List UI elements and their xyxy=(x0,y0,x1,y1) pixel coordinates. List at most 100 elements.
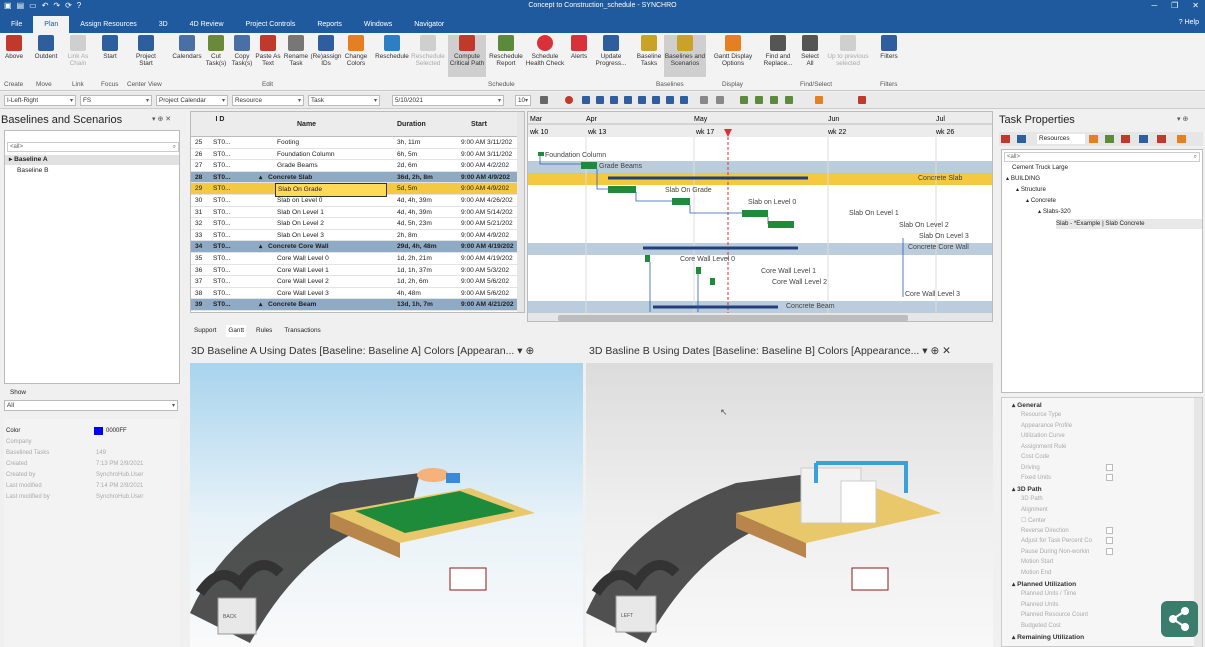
help-link[interactable]: ? Help xyxy=(1179,19,1199,26)
loop-icon[interactable] xyxy=(680,96,688,104)
up-to-previous-selected-button[interactable]: Up to previous selected xyxy=(826,35,870,67)
baseline-search-input[interactable]: <all> ⌕ xyxy=(7,142,179,152)
minimize-icon[interactable]: ─ xyxy=(1151,1,1157,10)
tab-3d-icon[interactable] xyxy=(1105,135,1114,143)
resource-search-input[interactable]: <all> ⌕ xyxy=(1004,152,1200,162)
next-frame-icon[interactable] xyxy=(652,96,660,104)
color-option-icon[interactable] xyxy=(815,96,823,104)
speed-icon[interactable] xyxy=(716,96,724,104)
section-remaining-utilization[interactable]: ▴ Remaining Utilization xyxy=(1012,633,1084,641)
color-swatch[interactable] xyxy=(94,427,103,435)
share-button[interactable] xyxy=(1161,601,1198,637)
section-general[interactable]: ▴ General xyxy=(1012,401,1042,409)
table-row[interactable]: 25 ST0... Footing 3h, 11m 9:00 AM 3/11/202 xyxy=(191,137,524,149)
date-combo[interactable]: 5/10/2021 xyxy=(392,95,504,106)
zoom-combo[interactable]: 10 xyxy=(515,95,531,106)
gantt-hscroll-thumb[interactable] xyxy=(558,315,908,321)
tab-resources[interactable]: Resources xyxy=(1037,134,1085,144)
table-row[interactable]: 39 ST0... Concrete Beam 13d, 1h, 7m 9:00 AM … xyxy=(191,299,524,311)
reschedule-button[interactable]: Reschedule xyxy=(374,35,410,60)
view-option-4-icon[interactable] xyxy=(785,96,793,104)
table-row[interactable]: 26 ST0... Foundation Column 6h, 5m 9:00 AM 3… xyxy=(191,149,524,161)
last-frame-icon[interactable] xyxy=(666,96,674,104)
tab-transactions[interactable]: Transactions xyxy=(282,325,322,337)
tab-assign-resources[interactable]: Assign Resources xyxy=(69,16,147,33)
tab-reports[interactable]: Reports xyxy=(306,16,353,33)
gantt-bar-core-wall-level-2[interactable] xyxy=(710,278,715,285)
table-row[interactable]: 28 ST0... Concrete Slab 36d, 2h, 8m 9:00 AM … xyxy=(191,171,524,184)
cut-tasks-button[interactable]: Cut Task(s) xyxy=(204,35,228,67)
task-properties-pin-icon[interactable]: ▾ ⊕ xyxy=(1177,115,1188,123)
filters-button[interactable]: Filters xyxy=(876,35,902,60)
view-a-dropdown-icon[interactable]: ▾ ⊕ xyxy=(517,345,534,357)
tree-item-slabs[interactable]: ▴ Slabs-320 xyxy=(1038,208,1071,215)
view-a-3d[interactable]: BACK xyxy=(190,363,583,647)
gantt-bar-slab-on-grade[interactable] xyxy=(608,186,636,193)
table-row[interactable]: 31 ST0... Slab On Level 1 4d, 4h, 39m 9:00 A… xyxy=(191,207,524,219)
calendar-small-icon[interactable] xyxy=(540,96,548,104)
change-colors-button[interactable]: Change Colors xyxy=(342,35,370,67)
tab-appearance-icon[interactable] xyxy=(1089,135,1098,143)
find-and-replace-button[interactable]: Find and Replace... xyxy=(760,35,796,67)
table-row[interactable]: 29 ST0... Slab On Grade 5d, 5m 9:00 AM 4/9/2… xyxy=(191,183,524,197)
copy-tasks-button[interactable]: Copy Task(s) xyxy=(230,35,254,67)
link-type-combo[interactable]: I-Left-Right xyxy=(4,95,76,106)
table-row[interactable]: 27 ST0... Grade Beams 2d, 6m 9:00 AM 4/2/202 xyxy=(191,160,524,172)
tree-item-slab-concrete[interactable]: Slab - *Example | Slab Concrete xyxy=(1056,219,1202,229)
tree-item-building[interactable]: ▴ BUILDING xyxy=(1006,175,1040,182)
table-row[interactable]: 34 ST0... Concrete Core Wall 29d, 4h, 48m 9:… xyxy=(191,241,524,253)
grid-scrollbar[interactable] xyxy=(517,112,524,312)
table-row[interactable]: 37 ST0... Core Wall Level 2 1d, 2h, 6m 9:00 … xyxy=(191,276,524,288)
adjust-percent-checkbox[interactable] xyxy=(1106,537,1113,544)
gantt-chart[interactable]: Mar Apr May Jun Jul wk 10 wk 13 wk 17 wk… xyxy=(527,111,993,322)
gantt-bar-grade-beams[interactable] xyxy=(581,162,597,169)
view-option-3-icon[interactable] xyxy=(770,96,778,104)
select-all-button[interactable]: Select All xyxy=(798,35,822,67)
col-start-header[interactable]: Start xyxy=(471,121,487,128)
baseline-item-a[interactable]: ▸ Baseline A xyxy=(5,155,179,165)
step-back-icon[interactable] xyxy=(610,96,618,104)
gantt-bar-slab-level-0[interactable] xyxy=(672,198,690,205)
section-planned-utilization[interactable]: ▴ Planned Utilization xyxy=(1012,580,1076,588)
gantt-display-options-button[interactable]: Gantt Display Options xyxy=(712,35,754,67)
baselines-and-scenarios-button[interactable]: Baselines and Scenarios xyxy=(664,35,706,77)
col-id-header[interactable]: I D xyxy=(215,115,225,124)
view-b-dropdown-icon[interactable]: ▾ ⊕ ✕ xyxy=(922,345,951,357)
gantt-bar-core-wall-level-1[interactable] xyxy=(696,267,701,274)
record-icon[interactable] xyxy=(565,96,573,104)
outdent-button[interactable]: Outdent xyxy=(30,35,62,60)
above-button[interactable]: Above xyxy=(2,35,26,60)
tab-notes-icon[interactable] xyxy=(1177,135,1186,143)
tab-plan[interactable]: Plan xyxy=(33,16,70,33)
reschedule-selected-button[interactable]: Reschedule Selected xyxy=(410,35,446,67)
col-duration-header[interactable]: Duration xyxy=(397,121,426,128)
tree-item-cement-truck[interactable]: Cement Truck Large xyxy=(1012,164,1068,171)
section-3d-path[interactable]: ▴ 3D Path xyxy=(1012,485,1042,493)
tree-item-concrete[interactable]: ▴ Concrete xyxy=(1026,197,1056,204)
table-row[interactable]: 35 ST0... Core Wall Level 0 1d, 2h, 21m 9:00… xyxy=(191,253,524,265)
calendars-button[interactable]: Calendars xyxy=(170,35,204,60)
view-b-3d[interactable]: LEFT ↖ xyxy=(586,363,993,647)
paste-as-text-button[interactable]: Paste As Text xyxy=(255,35,281,67)
link-as-chain-button[interactable]: Link As Chain xyxy=(64,35,92,67)
tab-chart-icon[interactable] xyxy=(1139,135,1148,143)
update-progress-button[interactable]: Update Progress... xyxy=(592,35,630,67)
close-icon[interactable]: ✕ xyxy=(1192,1,1199,10)
tab-project-controls[interactable]: Project Controls xyxy=(235,16,307,33)
table-row[interactable]: 32 ST0... Slab On Level 2 4d, 5h, 23m 9:00 A… xyxy=(191,218,524,230)
tab-navigator[interactable]: Navigator xyxy=(403,16,455,33)
gantt-bar-foundation-column[interactable] xyxy=(538,152,544,156)
first-frame-icon[interactable] xyxy=(582,96,590,104)
rename-task-button[interactable]: Rename Task xyxy=(283,35,309,67)
reschedule-report-button[interactable]: Reschedule Report xyxy=(488,35,524,67)
tab-risk-icon[interactable] xyxy=(1157,135,1166,143)
compute-critical-path-button[interactable]: Compute Critical Path xyxy=(448,35,486,77)
table-row[interactable]: 33 ST0... Slab On Level 3 2h, 8m 9:00 AM 4/9… xyxy=(191,230,524,242)
tab-rules[interactable]: Rules xyxy=(254,325,274,337)
gantt-bar-slab-level-2[interactable] xyxy=(768,221,794,228)
alerts-button[interactable]: Alerts xyxy=(567,35,591,60)
maximize-icon[interactable]: ❐ xyxy=(1171,1,1178,10)
prev-frame-icon[interactable] xyxy=(596,96,604,104)
tab-costs-icon[interactable] xyxy=(1121,135,1130,143)
table-row[interactable]: 38 ST0... Core Wall Level 3 4h, 48m 9:00 AM … xyxy=(191,288,524,300)
